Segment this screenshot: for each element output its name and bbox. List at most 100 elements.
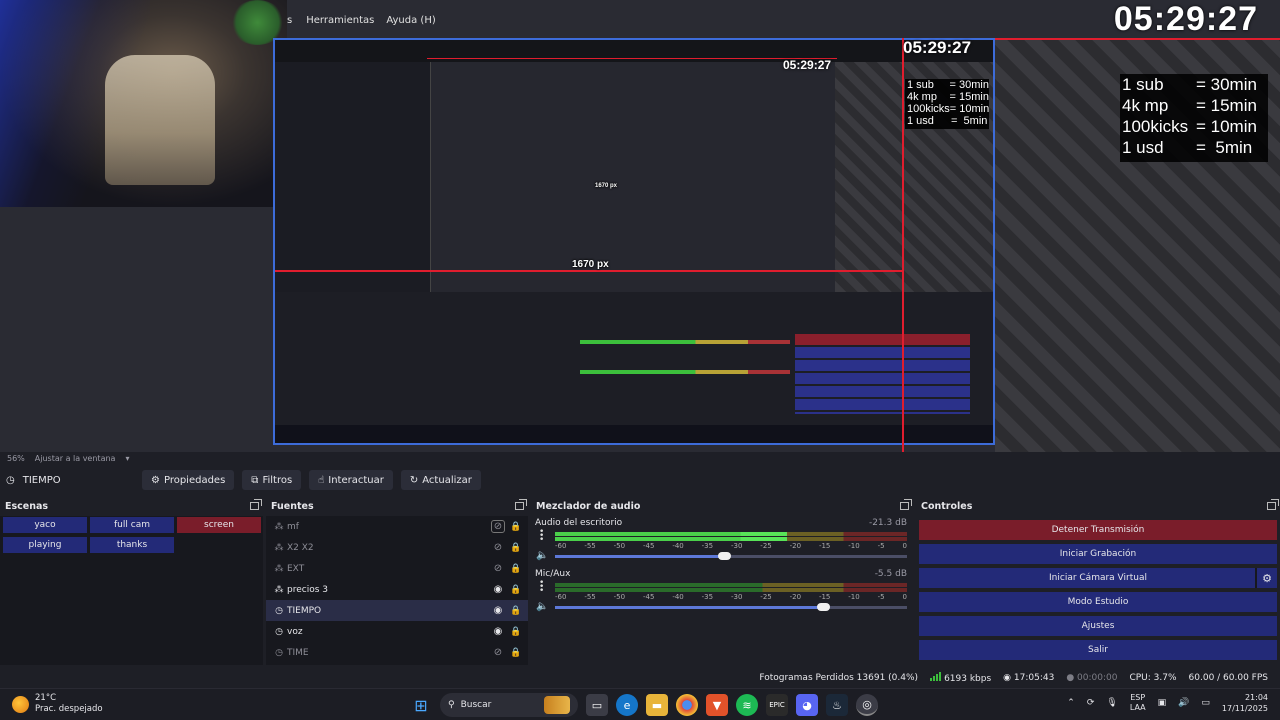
network-icon[interactable]: ▣ xyxy=(1158,698,1167,708)
microphone-icon[interactable]: 🎙 xyxy=(1106,698,1117,708)
clock-overlay-nested: 05:29:27 xyxy=(903,38,972,57)
scene-item-thanks[interactable]: thanks xyxy=(90,537,174,553)
battery-icon[interactable]: ▭ xyxy=(1201,698,1210,708)
menu-ayuda[interactable]: Ayuda (H) xyxy=(386,15,435,26)
edge-icon[interactable]: e xyxy=(616,694,638,716)
eye-icon[interactable]: ◉ xyxy=(492,584,504,595)
weather-widget[interactable]: 21°C Prac. despejado xyxy=(12,693,103,715)
screen-capture-source[interactable] xyxy=(273,38,995,445)
volume-knob[interactable] xyxy=(816,603,830,611)
volume-knob[interactable] xyxy=(717,552,731,560)
source-row[interactable]: ◷ voz ◉ 🔒 xyxy=(266,621,528,642)
rate-value: = 30min xyxy=(1196,75,1257,94)
speaker-icon[interactable]: 🔈 xyxy=(536,550,548,561)
source-name: voz xyxy=(287,626,303,637)
menu-fragment: s xyxy=(287,15,293,26)
undock-icon[interactable] xyxy=(515,499,527,510)
speaker-icon[interactable]: 🔈 xyxy=(536,601,548,612)
weather-icon xyxy=(12,695,29,713)
stream-time-value: 17:05:43 xyxy=(1013,672,1055,683)
sync-icon[interactable]: ⟳ xyxy=(1087,698,1095,708)
eye-icon[interactable]: ◉ xyxy=(492,626,504,637)
interact-button[interactable]: ☝ Interactuar xyxy=(309,470,393,490)
lock-icon[interactable]: 🔒 xyxy=(510,522,521,532)
source-row[interactable]: ◷ TIEMPO ◉ 🔒 xyxy=(266,600,528,621)
rates-overlay: 1 sub = 30min 4k mp = 15min 100kicks = 10min 1… xyxy=(1120,74,1268,162)
source-row[interactable]: ⁂ X2 X2 ⊘ 🔒 xyxy=(266,537,528,558)
lock-icon[interactable]: 🔒 xyxy=(510,627,521,637)
properties-button[interactable]: ⚙ Propiedades xyxy=(142,470,235,490)
source-icon: ⁂ xyxy=(274,542,284,553)
lock-icon[interactable]: 🔒 xyxy=(510,648,521,658)
filter-icon: ⧉ xyxy=(251,474,259,486)
refresh-button[interactable]: ↻ Actualizar xyxy=(400,470,481,490)
scene-item-full-cam[interactable]: full cam xyxy=(90,517,174,533)
control-button-1[interactable]: Iniciar Grabación xyxy=(919,544,1277,564)
volume-slider[interactable] xyxy=(555,552,907,560)
clock[interactable]: 21:04 17/11/2025 xyxy=(1222,692,1268,714)
source-row[interactable]: ⁂ EXT ⊘ 🔒 xyxy=(266,558,528,579)
lock-icon[interactable]: 🔒 xyxy=(510,564,521,574)
volume-icon[interactable]: 🔊 xyxy=(1178,698,1189,708)
eye-hidden-icon[interactable]: ⊘ xyxy=(492,647,504,658)
task-view-icon[interactable]: ▭ xyxy=(586,694,608,716)
windows-start-icon[interactable]: ⊞ xyxy=(410,694,432,716)
epic-games-icon[interactable]: EPIC xyxy=(766,694,788,716)
control-label: Ajustes xyxy=(1081,621,1115,631)
sources-list: ⁂ mf ⊘ 🔒 ⁂ X2 X2 ⊘ 🔒 ⁂ EXT ⊘ 🔒 ⁂ precios 3 ◉ 🔒 ◷ TIEMPO ◉ 🔒… xyxy=(266,516,528,665)
language-indicator[interactable]: ESP LAA xyxy=(1130,693,1146,713)
control-button-4[interactable]: Ajustes xyxy=(919,616,1277,636)
undock-icon[interactable] xyxy=(900,499,912,510)
eye-hidden-icon[interactable]: ⊘ xyxy=(492,563,504,574)
guide-line-horizontal xyxy=(275,270,903,272)
control-button-2[interactable]: Iniciar Cámara Virtual ⚙ xyxy=(919,568,1277,588)
control-button-0[interactable]: Detener Transmisión xyxy=(919,520,1277,540)
record-icon: ● xyxy=(1066,672,1075,683)
rate-value: = 10min xyxy=(1196,117,1257,136)
scene-item-screen[interactable]: screen xyxy=(177,517,261,533)
gear-icon[interactable]: ⚙ xyxy=(1255,568,1277,588)
eye-hidden-icon[interactable]: ⊘ xyxy=(491,520,505,533)
chrome-icon[interactable] xyxy=(676,694,698,716)
lock-icon[interactable]: 🔒 xyxy=(510,543,521,553)
steam-icon[interactable]: ♨ xyxy=(826,694,848,716)
chevron-down-icon[interactable]: ▾ xyxy=(125,454,129,463)
preview-canvas[interactable]: s Herramientas Ayuda (H) 1670 px 1670 px… xyxy=(0,0,1280,452)
undock-icon[interactable] xyxy=(1267,499,1279,510)
scene-item-playing[interactable]: playing xyxy=(3,537,87,553)
eye-icon[interactable]: ◉ xyxy=(492,605,504,616)
channel-db: -21.3 dB xyxy=(868,518,907,528)
kebab-menu-icon[interactable]: • • • xyxy=(539,528,544,545)
scale-tick: 0 xyxy=(902,542,907,550)
tray-overflow-icon[interactable]: ⌃ xyxy=(1067,698,1075,708)
brave-icon[interactable]: ▼ xyxy=(706,694,728,716)
undock-icon[interactable] xyxy=(250,499,262,510)
lock-icon[interactable]: 🔒 xyxy=(510,606,521,616)
source-row[interactable]: ⁂ mf ⊘ 🔒 xyxy=(266,516,528,537)
lock-icon[interactable]: 🔒 xyxy=(510,585,521,595)
menu-herramientas[interactable]: Herramientas xyxy=(306,15,374,26)
file-explorer-icon[interactable]: ▬ xyxy=(646,694,668,716)
rate-row: 1 usd = 5min xyxy=(1122,137,1268,158)
source-row[interactable]: ◷ TIME ⊘ 🔒 xyxy=(266,642,528,663)
volume-slider[interactable] xyxy=(555,603,907,611)
mixer-dock-title: Mezclador de audio xyxy=(531,497,913,515)
rate-row: 100kicks = 10min xyxy=(1122,116,1268,137)
taskbar-search[interactable]: ⚲ Buscar xyxy=(440,693,578,717)
control-button-3[interactable]: Modo Estudio xyxy=(919,592,1277,612)
scenes-dock: Escenas yaco full cam screen playing thanks xyxy=(0,497,263,665)
controls-title: Controles xyxy=(921,500,973,512)
control-button-5[interactable]: Salir xyxy=(919,640,1277,660)
source-row[interactable]: ⁂ precios 3 ◉ 🔒 xyxy=(266,579,528,600)
discord-icon[interactable]: ◕ xyxy=(796,694,818,716)
obs-icon[interactable]: ◎ xyxy=(856,694,878,716)
spotify-icon[interactable]: ≋ xyxy=(736,694,758,716)
guide-line-nested xyxy=(427,58,837,59)
scene-item-yaco[interactable]: yaco xyxy=(3,517,87,533)
zoom-mode[interactable]: Ajustar a la ventana xyxy=(35,454,116,463)
kebab-menu-icon[interactable]: • • • xyxy=(539,579,544,596)
clock-overlay: 05:29:27 xyxy=(1113,0,1258,38)
filters-button[interactable]: ⧉ Filtros xyxy=(242,470,302,490)
eye-hidden-icon[interactable]: ⊘ xyxy=(492,542,504,553)
rate-key: 1 usd xyxy=(1122,138,1164,157)
